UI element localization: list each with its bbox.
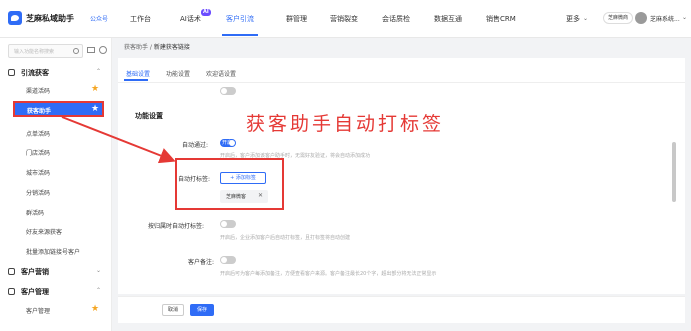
app-logo-icon xyxy=(8,11,22,25)
group-icon xyxy=(8,69,15,76)
sidebar-item-label: 获客助手 xyxy=(27,108,52,115)
sidebar-item-distribution-code[interactable]: 分销活码 xyxy=(26,188,50,197)
group-icon xyxy=(8,288,15,295)
search-icon[interactable] xyxy=(73,48,79,54)
sidebar-group-marketing[interactable]: 客户营销 xyxy=(8,267,49,277)
sidebar-item-customer-management[interactable]: 客户管理 xyxy=(26,306,50,315)
app-title: 芝麻私域助手 xyxy=(26,14,74,23)
refresh-icon[interactable] xyxy=(99,46,107,54)
chevron-down-icon: ⌄ xyxy=(583,15,589,22)
auto-pass-label: 自动通过: xyxy=(182,142,209,149)
sidebar-search-input[interactable]: 输入功能名称搜索 xyxy=(8,44,83,58)
breadcrumb-root[interactable]: 获客助手 xyxy=(124,44,148,51)
sidebar-item-order-code[interactable]: 点单活码 xyxy=(26,129,50,138)
nav-sales-crm[interactable]: 销售CRM xyxy=(486,14,516,24)
nav-data-interconnect[interactable]: 数据互通 xyxy=(434,14,462,24)
sidebar-item-group-code[interactable]: 群活码 xyxy=(26,208,44,217)
ai-badge: AI xyxy=(201,9,211,16)
customer-remark-label: 客户备注: xyxy=(188,259,215,266)
tab-welcome-settings[interactable]: 欢迎语设置 xyxy=(206,69,236,78)
nav-customer-acquisition[interactable]: 客户引流 xyxy=(226,14,254,24)
user-menu[interactable]: 芝麻微商 芝麻系统... ⌄ xyxy=(603,12,687,26)
scrollbar[interactable] xyxy=(672,142,676,202)
sidebar-item-city-code[interactable]: 城市活码 xyxy=(26,168,50,177)
search-placeholder: 输入功能名称搜索 xyxy=(14,49,55,55)
account-type-link[interactable]: 公众号 xyxy=(90,14,108,23)
sidebar-group-customer-management[interactable]: 客户管理 xyxy=(8,287,49,297)
chevron-down-icon[interactable]: ⌄ xyxy=(96,267,101,274)
chevron-down-icon: ⌄ xyxy=(682,14,688,21)
cancel-button[interactable]: 取消 xyxy=(162,304,184,316)
tab-active-indicator xyxy=(124,79,148,81)
nav-session-quality[interactable]: 会话质检 xyxy=(382,14,410,24)
section-title: 功能设置 xyxy=(135,112,163,120)
annotation-caption: 获客助手自动打标签 xyxy=(246,113,445,135)
brand-badge: 芝麻微商 xyxy=(603,12,633,24)
sidebar-item-store-code[interactable]: 门店活码 xyxy=(26,148,50,157)
nav-marketing-fission[interactable]: 营销裂变 xyxy=(330,14,358,24)
tab-divider xyxy=(118,82,685,83)
save-button[interactable]: 保存 xyxy=(190,304,214,316)
sidebar-group-acquisition[interactable]: 引流获客 xyxy=(8,68,49,78)
chevron-up-icon[interactable]: ⌃ xyxy=(96,68,101,75)
tab-function-settings[interactable]: 功能设置 xyxy=(166,69,190,78)
interaction-tag-help: 开启后，企业添加客户后自动打标签，且打标签将自动创建 xyxy=(220,235,351,241)
nav-more[interactable]: 更多 xyxy=(566,14,580,24)
breadcrumb-current: 新建获客链接 xyxy=(153,44,190,51)
sidebar: 输入功能名称搜索 引流获客 ⌃ 渠道活码 ★ 获客助手 ★ 点单活码 门店活码 … xyxy=(0,38,112,331)
customer-remark-help: 开启后可为客户每添加备注，方便查看客户来源。客户备注最长20个字，超出部分将无法… xyxy=(220,271,437,277)
star-icon[interactable]: ★ xyxy=(91,85,99,94)
tab-basic-settings[interactable]: 基础设置 xyxy=(126,69,150,78)
star-icon[interactable]: ★ xyxy=(91,305,99,314)
nav-ai-script[interactable]: AI话术 xyxy=(180,14,201,24)
collapse-icon[interactable] xyxy=(87,47,95,53)
sidebar-item-friend-source[interactable]: 好友来源获客 xyxy=(26,227,62,236)
top-navbar: 芝麻私域助手 公众号 工作台 AI话术 AI 客户引流 群管理 营销裂变 会话质… xyxy=(0,0,691,38)
avatar[interactable] xyxy=(635,12,647,24)
nav-workbench[interactable]: 工作台 xyxy=(130,14,151,24)
toggle-switch[interactable] xyxy=(220,87,236,95)
sidebar-item-acquisition-assistant[interactable]: 获客助手 ★ xyxy=(13,101,104,117)
nav-active-indicator xyxy=(222,34,258,36)
interaction-tag-label: 按归属时自动打标签: xyxy=(148,223,205,230)
form-card: 基础设置 功能设置 欢迎语设置 功能设置 自动通过: 开启 开启后，客户添加该客… xyxy=(118,58,685,294)
annotation-highlight-box xyxy=(175,158,284,210)
interaction-tag-toggle[interactable] xyxy=(220,220,236,228)
sidebar-item-channel-code[interactable]: 渠道活码 xyxy=(26,86,50,95)
form-footer: 取消 保存 xyxy=(118,296,685,323)
breadcrumb: 获客助手 / 新建获客链接 xyxy=(124,44,190,51)
chevron-up-icon[interactable]: ⌃ xyxy=(96,287,101,294)
auto-pass-toggle[interactable]: 开启 xyxy=(220,139,236,147)
customer-remark-toggle[interactable] xyxy=(220,256,236,264)
nav-group-management[interactable]: 群管理 xyxy=(286,14,307,24)
star-icon[interactable]: ★ xyxy=(91,105,99,114)
group-icon xyxy=(8,268,15,275)
user-name: 芝麻系统... xyxy=(650,16,680,23)
sidebar-item-batch-add[interactable]: 批量添加链接号客户 xyxy=(26,247,80,256)
